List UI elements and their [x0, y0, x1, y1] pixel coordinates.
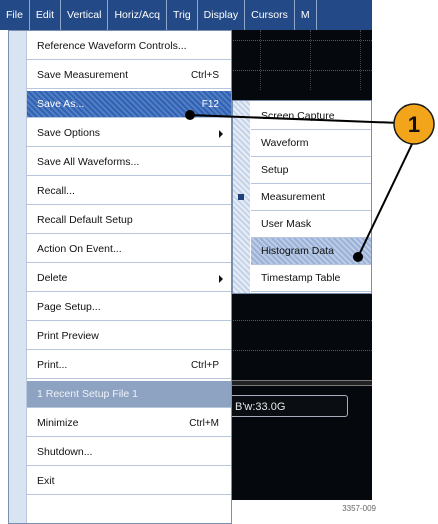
- menu-item-label: Print...: [37, 359, 68, 371]
- file-menu-item-print-preview[interactable]: Print Preview: [27, 323, 231, 350]
- submenu-arrow-icon: [219, 130, 223, 138]
- menu-item-label: Page Setup...: [37, 301, 101, 313]
- menu-item-label: Recall...: [37, 185, 75, 197]
- menu-cursors[interactable]: Cursors: [245, 0, 295, 30]
- figure-id: 3357-009: [342, 504, 376, 513]
- menu-item-label: Shutdown...: [37, 446, 93, 458]
- callout-badge: [393, 103, 435, 145]
- menu-item-label: 1 Recent Setup File 1: [37, 388, 138, 400]
- menu-item-label: Recall Default Setup: [37, 214, 133, 226]
- file-menu-item-action-on-event[interactable]: Action On Event...: [27, 236, 231, 263]
- file-menu-item-minimize[interactable]: Minimize Ctrl+M: [27, 410, 231, 437]
- menu-item-label: Print Preview: [37, 330, 99, 342]
- bandwidth-readout: B'w:33.0G: [228, 395, 348, 417]
- menu-item-shortcut: Ctrl+M: [189, 418, 219, 429]
- file-menu-item-exit[interactable]: Exit: [27, 468, 231, 495]
- file-menu: Reference Waveform Controls... Save Measu…: [8, 30, 232, 524]
- menu-item-label: Action On Event...: [37, 243, 122, 255]
- menu-gutter: [9, 31, 27, 523]
- save-as-item-measurement[interactable]: Measurement: [251, 184, 371, 211]
- file-menu-item-page-setup[interactable]: Page Setup...: [27, 294, 231, 321]
- selected-check-icon: [238, 194, 244, 200]
- save-as-item-user-mask[interactable]: User Mask: [251, 211, 371, 238]
- file-menu-item-save-options[interactable]: Save Options: [27, 120, 231, 147]
- save-as-item-setup[interactable]: Setup: [251, 157, 371, 184]
- submenu-arrow-icon: [219, 275, 223, 283]
- menu-bar: File Edit Vertical Horiz/Acq Trig Display Curs…: [0, 0, 372, 30]
- menu-trig[interactable]: Trig: [167, 0, 198, 30]
- menu-item-shortcut: Ctrl+P: [190, 360, 219, 371]
- save-as-submenu: Screen Capture Waveform Setup Measurement Us…: [232, 100, 372, 294]
- menu-item-label: Delete: [37, 272, 68, 284]
- file-menu-item-1-recent-setup-file-1[interactable]: 1 Recent Setup File 1: [27, 381, 231, 408]
- menu-display[interactable]: Display: [198, 0, 246, 30]
- graticule-line: [310, 30, 311, 90]
- file-menu-item-recall-default-setup[interactable]: Recall Default Setup: [27, 207, 231, 234]
- graticule-line: [360, 30, 361, 90]
- file-menu-item-delete[interactable]: Delete: [27, 265, 231, 292]
- save-as-item-screen-capture[interactable]: Screen Capture: [251, 103, 371, 130]
- menu-item-label: Exit: [37, 475, 55, 487]
- menu-item-label: Minimize: [37, 417, 79, 429]
- save-as-item-timestamp-table[interactable]: Timestamp Table: [251, 265, 371, 292]
- graticule-line: [260, 30, 261, 90]
- menu-vertical[interactable]: Vertical: [61, 0, 109, 30]
- save-as-item-histogram-data[interactable]: Histogram Data: [251, 238, 371, 265]
- file-menu-item-save-all-waveforms[interactable]: Save All Waveforms...: [27, 149, 231, 176]
- file-menu-item-print[interactable]: Print... Ctrl+P: [27, 352, 231, 379]
- menu-edit[interactable]: Edit: [30, 0, 62, 30]
- file-menu-item-recall[interactable]: Recall...: [27, 178, 231, 205]
- save-as-item-waveform[interactable]: Waveform: [251, 130, 371, 157]
- file-menu-item-shutdown[interactable]: Shutdown...: [27, 439, 231, 466]
- menu-item-label: Save All Waveforms...: [37, 156, 140, 168]
- menu-item-label: Save Measurement: [37, 69, 129, 81]
- file-menu-item-save-measurement[interactable]: Save Measurement Ctrl+S: [27, 62, 231, 89]
- menu-file[interactable]: File: [0, 0, 30, 30]
- menu-item-shortcut: F12: [201, 99, 219, 110]
- menu-m[interactable]: M: [295, 0, 317, 30]
- file-menu-item-save-as[interactable]: Save As... F12: [27, 91, 231, 118]
- file-menu-item-reference-waveform-controls[interactable]: Reference Waveform Controls...: [27, 33, 231, 60]
- menu-item-label: Reference Waveform Controls...: [37, 40, 187, 52]
- menu-horiz-acq[interactable]: Horiz/Acq: [108, 0, 167, 30]
- menu-item-shortcut: Ctrl+S: [190, 70, 219, 81]
- menu-item-label: Save Options: [37, 127, 101, 139]
- menu-item-label: Save As...: [37, 98, 85, 110]
- callout-number: 1: [408, 112, 420, 137]
